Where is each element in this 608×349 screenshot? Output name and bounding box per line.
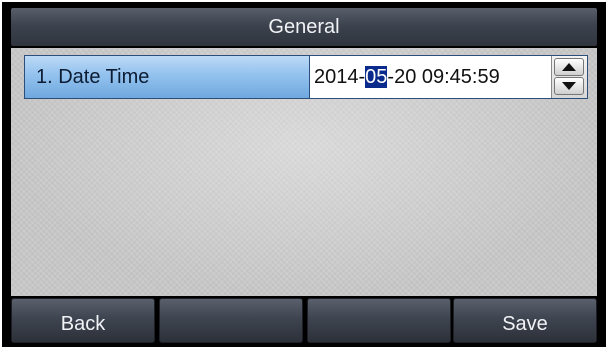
softkey-3-empty[interactable]: [307, 298, 451, 343]
value-spinner: [551, 56, 587, 98]
softkey-2-empty[interactable]: [159, 298, 303, 343]
softkey-bar: Back Save: [11, 298, 597, 343]
date-month-selected[interactable]: 05: [365, 66, 388, 88]
save-softkey[interactable]: Save: [453, 298, 597, 343]
date-year-text: 2014-: [314, 66, 366, 88]
triangle-down-icon: [562, 82, 576, 90]
page-title: General: [11, 8, 597, 46]
date-rest-text: -20 09:45:59: [387, 66, 500, 88]
back-softkey[interactable]: Back: [11, 298, 155, 343]
triangle-up-icon: [562, 63, 576, 71]
phone-screen: General 1. Date Time 2014-05-20 09:45:59…: [2, 2, 606, 347]
settings-list: 1. Date Time 2014-05-20 09:45:59: [11, 48, 597, 296]
list-item-date-time[interactable]: 1. Date Time 2014-05-20 09:45:59: [24, 55, 588, 99]
spin-up-button[interactable]: [554, 58, 584, 76]
date-time-label: 1. Date Time: [25, 56, 310, 98]
spin-down-button[interactable]: [554, 77, 584, 95]
date-time-field[interactable]: 2014-05-20 09:45:59: [311, 56, 551, 98]
